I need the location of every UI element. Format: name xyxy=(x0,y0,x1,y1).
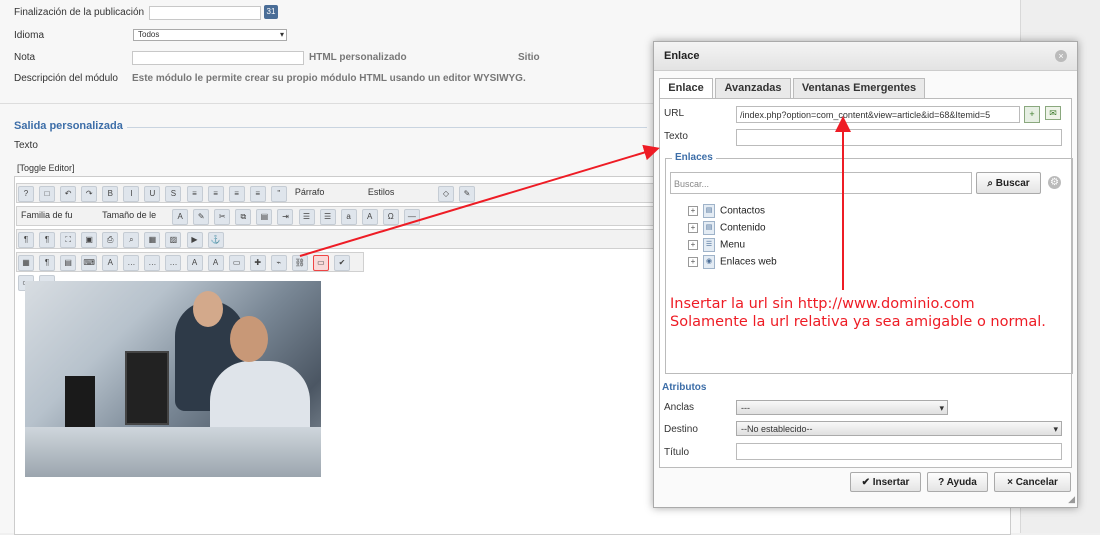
annotation-arrows xyxy=(299,116,851,290)
annotation-line-1: Insertar la url sin http://www.dominio.c… xyxy=(670,296,975,312)
annotation-line-2: Solamente la url relativa ya sea amigabl… xyxy=(670,314,1046,330)
arrow-to-dialog xyxy=(299,144,660,257)
